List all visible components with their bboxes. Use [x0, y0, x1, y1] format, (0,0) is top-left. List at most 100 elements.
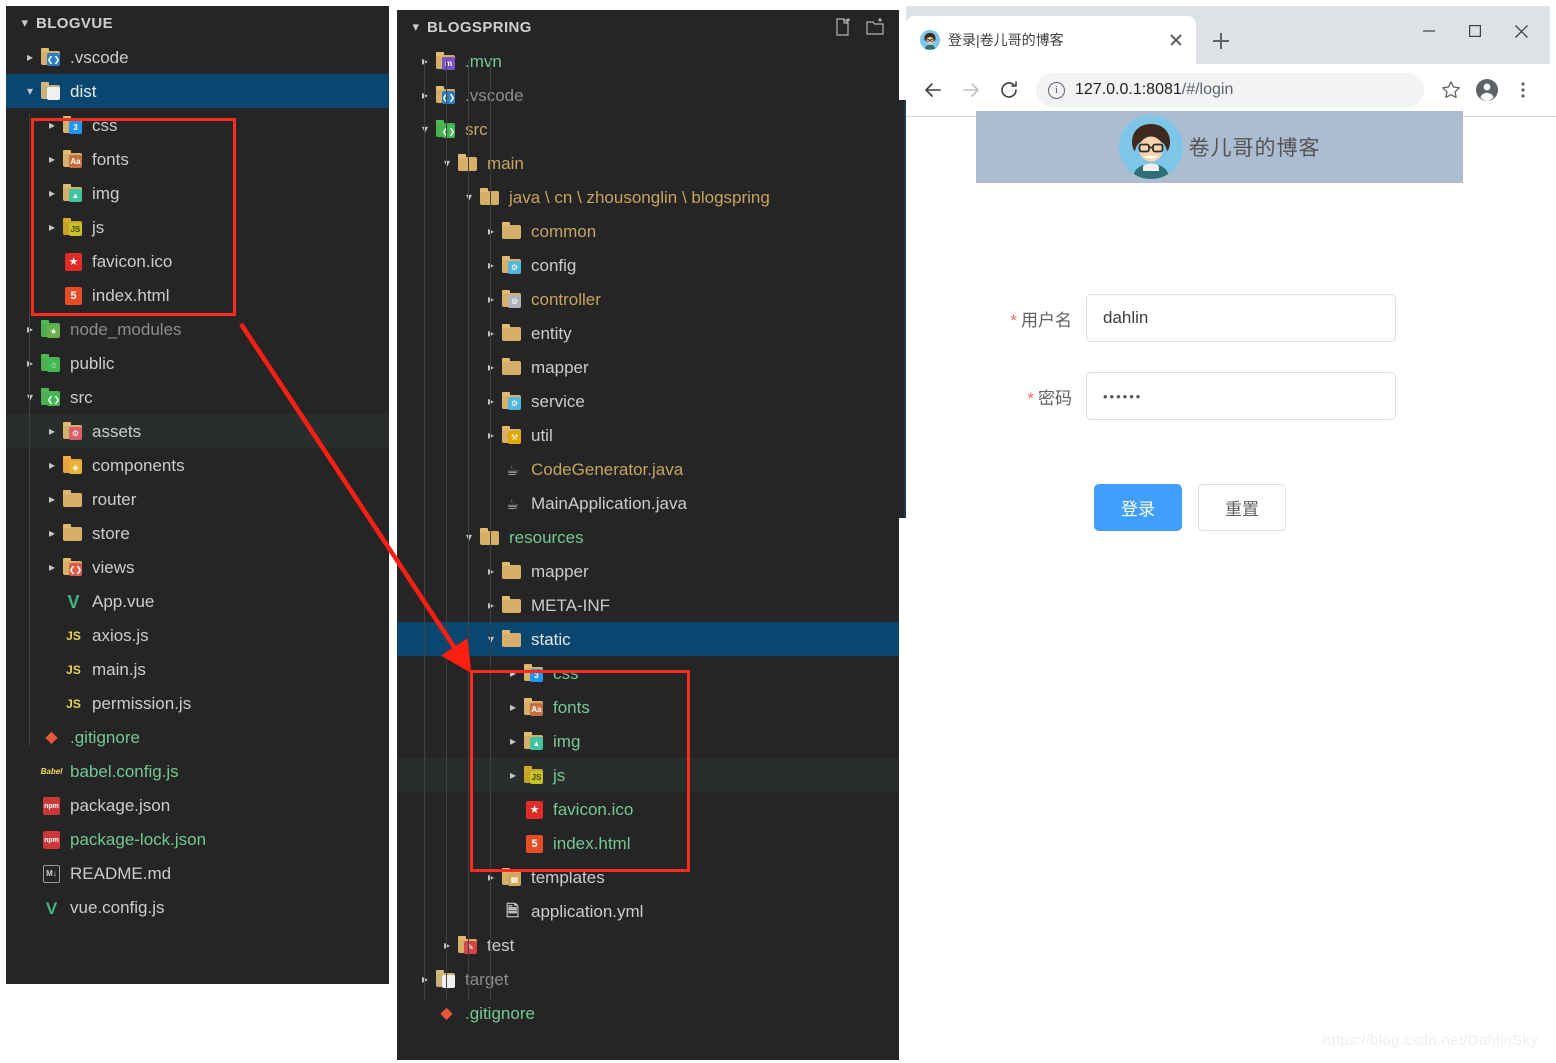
tree-row-test[interactable]: ▸ ✎ test [397, 928, 899, 962]
tree-row-application-yml[interactable]: 🗎 application.yml [397, 894, 899, 928]
tree-row-config[interactable]: ▸ ⚙ config [397, 248, 899, 282]
chevron-right-icon[interactable]: ▸ [481, 259, 501, 271]
tree-row-dist[interactable]: ▾ dist [6, 74, 389, 108]
chevron-right-icon[interactable]: ▸ [20, 357, 40, 369]
tree-row-components[interactable]: ▸ ◈ components [6, 448, 389, 482]
tree-row-app-vue[interactable]: V App.vue [6, 584, 389, 618]
chevron-right-icon[interactable]: ▸ [42, 221, 62, 233]
forward-arrow-icon[interactable] [954, 73, 988, 107]
tree-row-favicon-ico[interactable]: ★ favicon.ico [6, 244, 389, 278]
tree-row-index-html[interactable]: 5 index.html [397, 826, 899, 860]
kebab-menu-icon[interactable] [1506, 73, 1540, 107]
chevron-right-icon[interactable]: ▸ [42, 187, 62, 199]
address-bar[interactable]: i 127.0.0.1:8081/#/login [1036, 73, 1424, 107]
tree-row-js[interactable]: ▸ JS js [6, 210, 389, 244]
new-tab-button[interactable] [1204, 24, 1238, 58]
tree-row-css[interactable]: ▸ 3 css [6, 108, 389, 142]
close-icon[interactable] [1498, 14, 1544, 48]
chevron-right-icon[interactable]: ▸ [42, 459, 62, 471]
tree-row-resources[interactable]: ▾ resources [397, 520, 899, 554]
chevron-down-icon[interactable]: ▾ [20, 391, 40, 403]
tree-row-src[interactable]: ▾ ❮❯ src [6, 380, 389, 414]
back-arrow-icon[interactable] [916, 73, 950, 107]
reload-icon[interactable] [992, 73, 1026, 107]
tree-row-mainapplication-java[interactable]: ☕ MainApplication.java [397, 486, 899, 520]
tree-row-js[interactable]: ▸ JS js [397, 758, 899, 792]
chevron-right-icon[interactable]: ▸ [503, 667, 523, 679]
chevron-right-icon[interactable]: ▸ [415, 55, 435, 67]
browser-tab[interactable]: 登录|卷儿哥的博客 [906, 16, 1196, 64]
explorer-root-blogspring[interactable]: ▾ BLOGSPRING [397, 10, 899, 44]
chevron-right-icon[interactable]: ▸ [481, 429, 501, 441]
tree-row-axios-js[interactable]: JS axios.js [6, 618, 389, 652]
new-file-icon[interactable] [833, 17, 853, 37]
tree-row-common[interactable]: ▸ common [397, 214, 899, 248]
tree-row-gitignore[interactable]: ◆ .gitignore [6, 720, 389, 754]
chevron-right-icon[interactable]: ▸ [481, 599, 501, 611]
minimize-icon[interactable] [1406, 14, 1452, 48]
tree-row-package-lock-json[interactable]: npm package-lock.json [6, 822, 389, 856]
chevron-right-icon[interactable]: ▸ [481, 293, 501, 305]
tree-row-templates[interactable]: ▸ ▦ templates [397, 860, 899, 894]
tree-row-entity[interactable]: ▸ entity [397, 316, 899, 350]
tree-row-java-cn-zhousonglin-blogspring[interactable]: ▾ java \ cn \ zhousonglin \ blogspring [397, 180, 899, 214]
tree-row-permission-js[interactable]: JS permission.js [6, 686, 389, 720]
tree-row-main-js[interactable]: JS main.js [6, 652, 389, 686]
chevron-right-icon[interactable]: ▸ [437, 939, 457, 951]
chevron-down-icon[interactable]: ▾ [415, 123, 435, 135]
tree-row-src[interactable]: ▾ ❮❯ src [397, 112, 899, 146]
reset-button[interactable]: 重置 [1198, 484, 1286, 531]
tree-row-store[interactable]: ▸ store [6, 516, 389, 550]
tree-row-readme-md[interactable]: M↓ README.md [6, 856, 389, 890]
chevron-down-icon[interactable]: ▾ [459, 531, 479, 543]
chevron-right-icon[interactable]: ▸ [481, 395, 501, 407]
tree-row-gitignore[interactable]: ◆ .gitignore [397, 996, 899, 1030]
tree-row-fonts[interactable]: ▸ Aa fonts [397, 690, 899, 724]
chevron-down-icon[interactable]: ▾ [459, 191, 479, 203]
tree-row-mapper[interactable]: ▸ mapper [397, 554, 899, 588]
tree-row-babel-config-js[interactable]: Babel babel.config.js [6, 754, 389, 788]
chevron-right-icon[interactable]: ▸ [42, 425, 62, 437]
tree-row-fonts[interactable]: ▸ Aa fonts [6, 142, 389, 176]
chevron-right-icon[interactable]: ▸ [42, 493, 62, 505]
login-button[interactable]: 登录 [1094, 484, 1182, 531]
tree-row-img[interactable]: ▸ ▲ img [6, 176, 389, 210]
tree-row-service[interactable]: ▸ ⚙ service [397, 384, 899, 418]
tree-row-favicon-ico[interactable]: ★ favicon.ico [397, 792, 899, 826]
tree-row-vue-config-js[interactable]: Vvue.config.js [6, 890, 389, 924]
chevron-right-icon[interactable]: ▸ [503, 701, 523, 713]
tree-row-views[interactable]: ▸ ❮❯ views [6, 550, 389, 584]
tree-row-router[interactable]: ▸ router [6, 482, 389, 516]
tree-row-public[interactable]: ▸ ☃ public [6, 346, 389, 380]
chevron-right-icon[interactable]: ▸ [42, 119, 62, 131]
tree-row-codegenerator-java[interactable]: ☕ CodeGenerator.java [397, 452, 899, 486]
tree-row-util[interactable]: ▸ ⚒ util [397, 418, 899, 452]
explorer-root-blogvue[interactable]: ▾ BLOGVUE [6, 6, 389, 40]
tree-row-assets[interactable]: ▸ ⚙ assets [6, 414, 389, 448]
chevron-right-icon[interactable]: ▸ [481, 871, 501, 883]
tree-row-static[interactable]: ▾ static [397, 622, 899, 656]
chevron-right-icon[interactable]: ▸ [20, 323, 40, 335]
tree-row-index-html[interactable]: 5 index.html [6, 278, 389, 312]
chevron-right-icon[interactable]: ▸ [481, 327, 501, 339]
tree-row-mvn[interactable]: ▸ m .mvn [397, 44, 899, 78]
tab-close-icon[interactable] [1166, 30, 1186, 50]
tree-row-css[interactable]: ▸ 3 css [397, 656, 899, 690]
username-input[interactable]: dahlin [1086, 294, 1396, 342]
tree-row-img[interactable]: ▸ ▲ img [397, 724, 899, 758]
tree-row-target[interactable]: ▸ target [397, 962, 899, 996]
password-input[interactable]: •••••• [1086, 372, 1396, 420]
tree-row-package-json[interactable]: npm package.json [6, 788, 389, 822]
tree-row-vscode[interactable]: ▸ ❮❯ .vscode [397, 78, 899, 112]
chevron-right-icon[interactable]: ▸ [503, 769, 523, 781]
profile-avatar-icon[interactable] [1470, 73, 1504, 107]
chevron-right-icon[interactable]: ▸ [481, 361, 501, 373]
chevron-right-icon[interactable]: ▸ [415, 89, 435, 101]
tree-row-vscode[interactable]: ▸ ❮❯ .vscode [6, 40, 389, 74]
tree-row-node-modules[interactable]: ▸ ★ node_modules [6, 312, 389, 346]
tree-row-mapper[interactable]: ▸ mapper [397, 350, 899, 384]
chevron-right-icon[interactable]: ▸ [481, 225, 501, 237]
maximize-icon[interactable] [1452, 14, 1498, 48]
chevron-right-icon[interactable]: ▸ [503, 735, 523, 747]
tree-row-controller[interactable]: ▸ ⚙ controller [397, 282, 899, 316]
